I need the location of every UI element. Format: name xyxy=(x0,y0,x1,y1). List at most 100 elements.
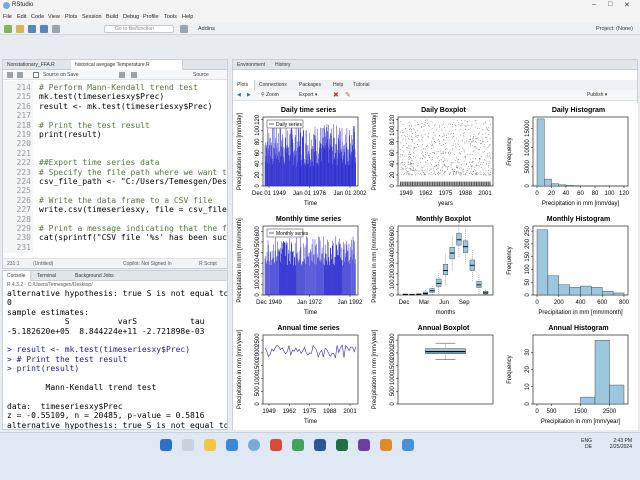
box xyxy=(426,181,429,186)
save-icon[interactable] xyxy=(28,25,36,33)
new-file-icon[interactable] xyxy=(4,25,12,33)
wand-icon[interactable] xyxy=(131,72,137,78)
line-number: 227 xyxy=(16,205,31,215)
box xyxy=(480,181,483,186)
search-taskbar-icon[interactable] xyxy=(182,439,194,451)
box xyxy=(487,181,489,186)
line-gutter: 214 215 216 217 218 219 220 221 222 223 224 225 226 2… xyxy=(3,81,33,253)
histogram-bar xyxy=(536,118,545,187)
editor-tab-strip: Nonstationary_FFA.R historical avegage T… xyxy=(3,60,227,70)
back-icon[interactable] xyxy=(7,72,13,78)
menu-plots[interactable]: Plots xyxy=(65,14,77,20)
y-tick-label: 60 xyxy=(390,149,396,156)
copilot-status[interactable]: Copilot: Not Signed In xyxy=(123,261,172,267)
box xyxy=(413,181,415,186)
x-axis-label: Precipitation in mm [mm/year] xyxy=(541,419,621,425)
box xyxy=(430,181,432,186)
forward-icon[interactable] xyxy=(17,72,23,78)
tab-history[interactable]: History xyxy=(271,60,297,70)
start-icon[interactable] xyxy=(160,439,172,451)
tab-plots[interactable]: Plots xyxy=(233,80,255,90)
tab-connections[interactable]: Connections xyxy=(255,80,293,90)
folder-icon[interactable] xyxy=(204,439,216,451)
language-indicator[interactable]: ENG DE xyxy=(574,438,592,450)
box xyxy=(462,181,464,186)
x-axis-label: Time xyxy=(304,201,318,207)
histogram-bar xyxy=(547,275,559,296)
project-button[interactable]: Project: (None) xyxy=(596,26,633,32)
menu-file[interactable]: File xyxy=(3,14,12,20)
tab-environment[interactable]: Environment xyxy=(233,60,269,70)
box xyxy=(406,181,408,186)
r-app-icon[interactable] xyxy=(248,439,260,451)
box xyxy=(432,181,434,186)
code-line: cat(sprintf("CSV file '%s' has been succ xyxy=(39,233,227,243)
minimize-icon[interactable]: – xyxy=(592,1,596,8)
source-button[interactable]: Source xyxy=(193,72,209,78)
box xyxy=(447,181,449,186)
app-green-icon[interactable] xyxy=(292,439,304,451)
source-editor-pane: Nonstationary_FFA.R historical avegage T… xyxy=(2,59,228,269)
broom-icon[interactable]: ✎ xyxy=(345,91,351,99)
tab-help[interactable]: Help xyxy=(329,80,349,90)
publish-button[interactable]: Publish ▾ xyxy=(587,92,607,98)
console-tab-strip: Console Terminal Background Jobs xyxy=(3,271,227,281)
menu-view[interactable]: View xyxy=(48,14,60,20)
console-line: 0 xyxy=(7,298,12,308)
open-file-icon[interactable] xyxy=(16,25,24,33)
tab-tutorial[interactable]: Tutorial xyxy=(349,80,379,90)
x-tick-label: Dec 1949 xyxy=(256,300,282,306)
tab-packages[interactable]: Packages xyxy=(295,80,329,90)
menu-code[interactable]: Code xyxy=(31,14,44,20)
scope-indicator[interactable]: (Untitled) xyxy=(33,261,53,267)
word-icon[interactable] xyxy=(314,439,326,451)
box xyxy=(436,278,442,287)
grid-icon[interactable] xyxy=(180,25,188,33)
tab-console[interactable]: Console xyxy=(3,271,31,281)
tab-background-jobs[interactable]: Background Jobs xyxy=(71,271,129,281)
menu-profile[interactable]: Profile xyxy=(143,14,159,20)
excel-icon[interactable] xyxy=(336,439,348,451)
histogram-bar xyxy=(612,292,625,296)
export-button[interactable]: Export ▾ xyxy=(299,92,317,98)
menu-edit[interactable]: Edit xyxy=(17,14,26,20)
line-number: 217 xyxy=(16,111,31,121)
console-line: z = -0.55109, n = 20485, p-value = 0.581… xyxy=(7,411,205,421)
tab-nonstationary[interactable]: Nonstationary_FFA.R xyxy=(3,60,71,70)
chart-title: Monthly time series xyxy=(276,216,341,223)
zoom-button[interactable]: ⚲ Zoom xyxy=(261,92,279,98)
arrow-right-icon[interactable]: ▶ xyxy=(247,92,251,98)
app-blue-icon[interactable] xyxy=(402,439,414,451)
save-all-icon[interactable] xyxy=(40,25,48,33)
remove-plot-icon[interactable]: ✖ xyxy=(333,91,339,99)
menu-build[interactable]: Build xyxy=(106,14,118,20)
y-tick-label: 0 xyxy=(255,184,261,188)
menu-help[interactable]: Help xyxy=(182,14,193,20)
search-icon[interactable] xyxy=(119,72,125,78)
clock[interactable]: 2:43 PM 2/25/2024 xyxy=(596,438,632,450)
tab-label: History xyxy=(275,62,291,68)
app-purple-icon[interactable] xyxy=(358,439,370,451)
tab-historical-temperature[interactable]: historical avegage Temperature.R xyxy=(71,60,183,70)
addins-button[interactable]: Addins xyxy=(198,26,215,32)
chart-title: Annual Boxplot xyxy=(418,325,470,332)
file-type[interactable]: R Script xyxy=(199,261,217,267)
app-orange-icon[interactable] xyxy=(380,439,392,451)
print-icon[interactable] xyxy=(52,25,60,33)
arrow-left-icon[interactable]: ◀ xyxy=(237,92,241,98)
close-icon[interactable]: ✕ xyxy=(624,1,630,9)
line-number: 229 xyxy=(16,224,31,233)
y-tick-label: 2500 xyxy=(255,333,261,347)
edge-icon[interactable] xyxy=(226,439,238,451)
menu-debug[interactable]: Debug xyxy=(123,14,139,20)
code-area[interactable]: 214 215 216 217 218 219 220 221 222 223 224 225 226 2… xyxy=(3,81,227,253)
go-to-file-input[interactable]: Go to file/function xyxy=(104,25,174,33)
maximize-icon[interactable]: □ xyxy=(608,1,612,8)
menu-tools[interactable]: Tools xyxy=(164,14,177,20)
y-tick-label: 0 xyxy=(525,402,531,406)
app-red-icon[interactable] xyxy=(270,439,282,451)
source-on-save-checkbox[interactable] xyxy=(33,72,39,78)
menu-session[interactable]: Session xyxy=(82,14,102,20)
tab-terminal[interactable]: Terminal xyxy=(33,271,67,281)
y-tick-label: 0 xyxy=(525,184,531,188)
